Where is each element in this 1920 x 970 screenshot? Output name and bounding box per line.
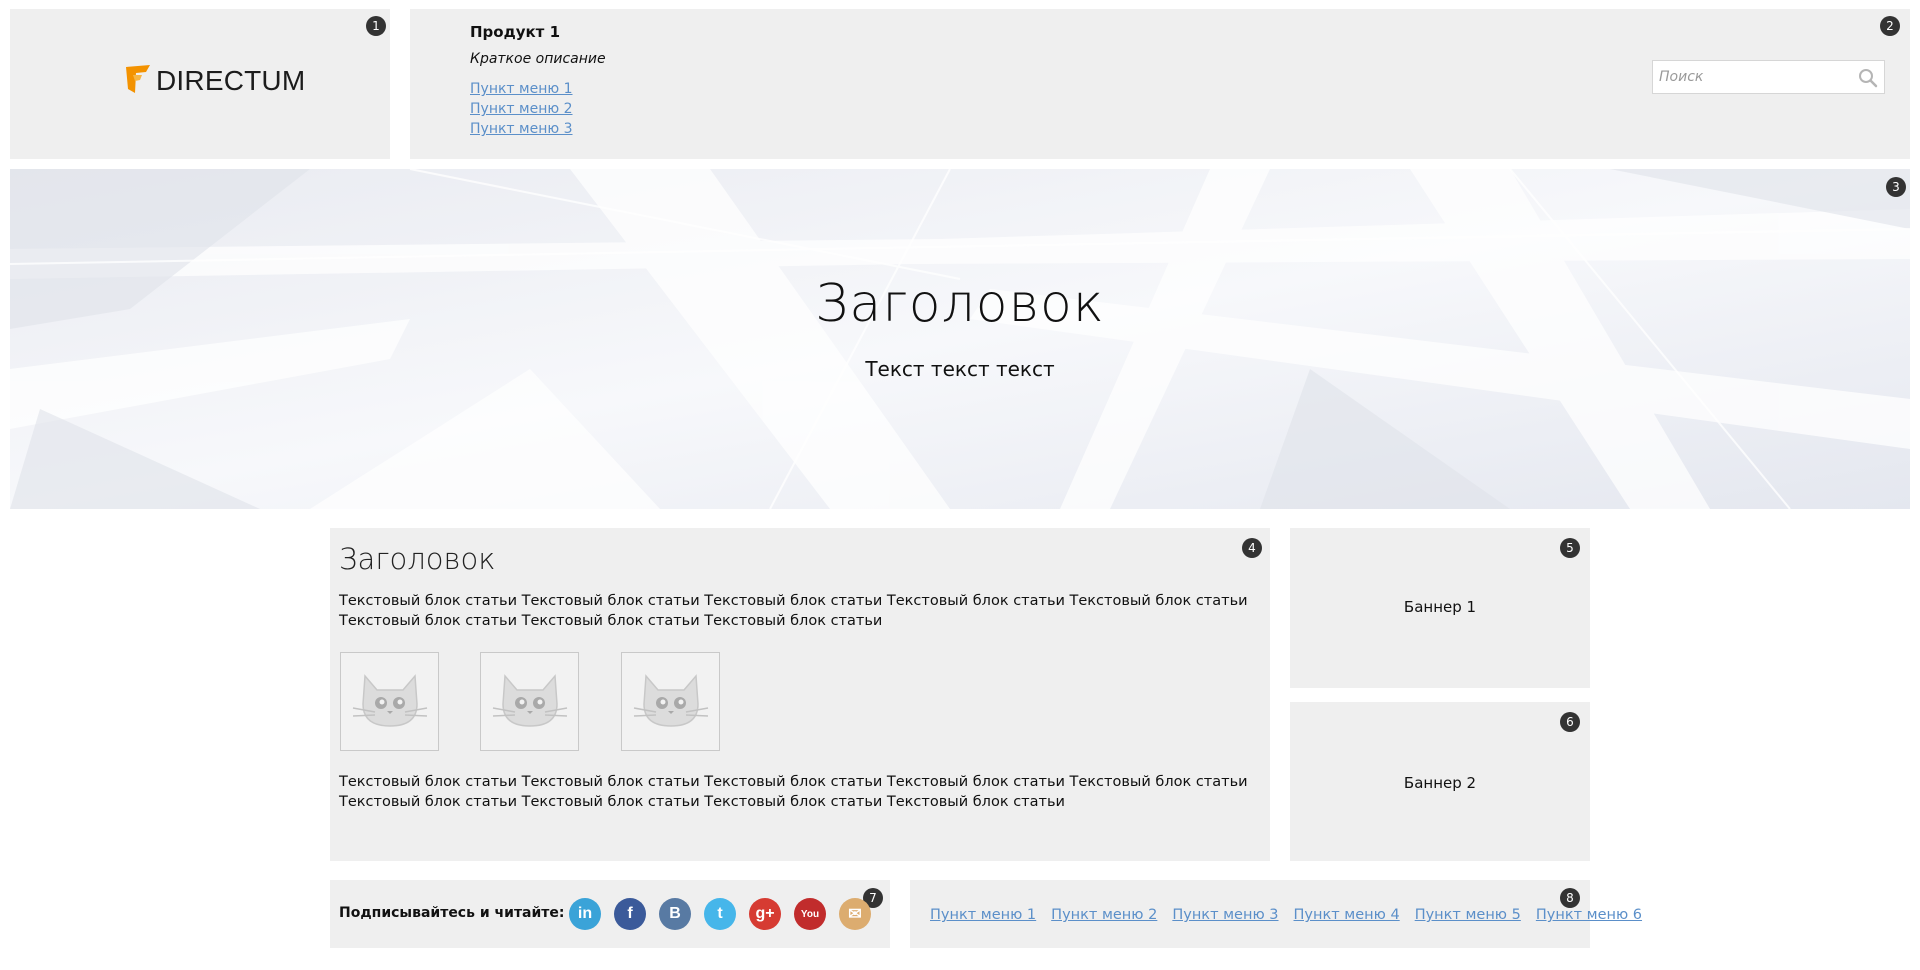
hero-text: Текст текст текст	[865, 357, 1055, 381]
linkedin-icon[interactable]: in	[569, 898, 601, 930]
product-description: Краткое описание	[470, 51, 606, 67]
footer-menu-item-4[interactable]: Пункт меню 4	[1294, 907, 1400, 923]
block-number-badge: 8	[1560, 888, 1580, 908]
social-block: 7 Подписывайтесь и читайте: in f B t g+ …	[330, 880, 890, 948]
header-menu: Пункт меню 1 Пункт меню 2 Пункт меню 3	[470, 79, 573, 139]
directum-logo-icon	[124, 63, 152, 99]
banner-1-label: Баннер 1	[1403, 598, 1477, 616]
directum-logo[interactable]: DIRECTUM	[124, 63, 305, 99]
article-block: 4 Заголовок Текстовый блок статьи Тексто…	[330, 528, 1270, 861]
article-text: Текстовый блок статьи Текстовый блок ста…	[339, 774, 1248, 810]
cat-placeholder-icon	[491, 670, 569, 734]
block-number-badge: 4	[1242, 538, 1262, 558]
block-number-badge: 2	[1880, 16, 1900, 36]
footer-menu-block: 8 Пункт меню 1 Пункт меню 2 Пункт меню 3…	[910, 880, 1642, 948]
search-icon[interactable]	[1858, 68, 1878, 92]
article-text: Текстовый блок статьи Текстовый блок ста…	[339, 593, 1248, 629]
header-menu-item-2[interactable]: Пункт меню 2	[470, 99, 573, 119]
footer-menu-item-1[interactable]: Пункт меню 1	[930, 907, 1036, 923]
footer-menu-item-2[interactable]: Пункт меню 2	[1051, 907, 1157, 923]
article-image-3[interactable]	[621, 652, 720, 751]
header-block: 2 Продукт 1 Краткое описание Пункт меню …	[410, 9, 1910, 159]
banner-2[interactable]: 6 Баннер 2	[1290, 702, 1590, 861]
header-menu-item-1[interactable]: Пункт меню 1	[470, 79, 573, 99]
block-number-badge: 6	[1560, 712, 1580, 732]
cat-placeholder-icon	[632, 670, 710, 734]
product-title: Продукт 1	[470, 23, 561, 41]
hero-banner: 3 Заголовок Текст текст текст	[10, 169, 1910, 509]
banner-2-label: Баннер 2	[1403, 774, 1477, 792]
twitter-icon[interactable]: t	[704, 898, 736, 930]
search-input[interactable]	[1653, 61, 1855, 93]
footer-menu-item-3[interactable]: Пункт меню 3	[1172, 907, 1278, 923]
hero-background-image	[10, 169, 1910, 509]
youtube-icon[interactable]: You	[794, 898, 826, 930]
facebook-icon[interactable]: f	[614, 898, 646, 930]
footer-menu-item-5[interactable]: Пункт меню 5	[1415, 907, 1521, 923]
email-icon[interactable]: ✉	[839, 898, 871, 930]
vkontakte-icon[interactable]: B	[659, 898, 691, 930]
article-image-1[interactable]	[340, 652, 439, 751]
footer-menu-item-6[interactable]: Пункт меню 6	[1536, 907, 1642, 923]
logo-text: DIRECTUM	[156, 65, 306, 96]
social-label: Подписывайтесь и читайте:	[339, 905, 565, 921]
google-plus-icon[interactable]: g+	[749, 898, 781, 930]
hero-title: Заголовок	[815, 274, 1105, 334]
block-number-badge: 1	[366, 16, 386, 36]
article-image-2[interactable]	[480, 652, 579, 751]
banner-1[interactable]: 5 Баннер 1	[1290, 528, 1590, 688]
cat-placeholder-icon	[351, 670, 429, 734]
block-number-badge: 5	[1560, 538, 1580, 558]
footer-menu: Пункт меню 1 Пункт меню 2 Пункт меню 3 П…	[930, 907, 1657, 923]
block-number-badge: 3	[1886, 177, 1906, 197]
header-menu-item-3[interactable]: Пункт меню 3	[470, 119, 573, 139]
social-icons: in f B t g+ You ✉	[569, 898, 884, 930]
article-title: Заголовок	[339, 542, 496, 576]
logo-block: 1 DIRECTUM	[10, 9, 390, 159]
search-box	[1652, 60, 1885, 94]
